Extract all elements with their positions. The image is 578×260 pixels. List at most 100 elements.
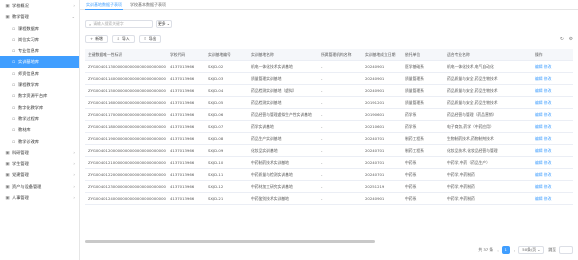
table-cell: 20240901 [362,192,402,206]
table-cell: 4137013966 [167,108,205,122]
row-actions[interactable]: 编辑 修改 [532,72,573,86]
table-cell: 质量管理系 [402,72,444,86]
table-cell: ZYG00401150000000000000000000000 [85,84,167,98]
table-cell: 20240901 [362,84,402,98]
home-icon: ▣ [5,4,10,9]
table-cell: 中药系 [402,192,444,206]
table-cell: 4137013966 [167,60,205,74]
table-cell: 药学系 [402,108,444,122]
page-size-select[interactable]: 50条/页 ⌄ [518,246,545,254]
column-header[interactable]: 实训基地编号 [205,49,248,62]
main-content: 实训基地数据子表项 学校基本数据子表项 ⌕ 请输入搜索关键字 更多 ⌄ + 新增 … [80,0,578,260]
table-tools: ↻ ⚙ [555,37,573,42]
page-size-value: 50条/页 [522,247,537,252]
table-cell: 4137013966 [167,96,205,110]
chevron-icon: › [73,183,75,189]
row-actions[interactable]: 编辑 修改 [532,144,573,158]
sidebar-item-5[interactable]: ▫ 实训基地库 [0,56,79,68]
table-cell: 质量管理系 [402,84,444,98]
chevron-icon: › [73,161,75,167]
sidebar-item-7[interactable]: ▫ 课程教学库 [0,79,79,90]
sidebar-item-13[interactable]: ▣ 科研管理 › [0,147,79,158]
table-cell: 4137013966 [167,192,205,206]
row-actions[interactable]: 编辑 修改 [532,192,573,206]
column-header[interactable]: 依托单位 [402,49,444,62]
sidebar-item-11[interactable]: ▫ 教材库 [0,124,79,135]
row-actions[interactable]: 编辑 修改 [532,156,573,170]
search-bar: ⌕ 请输入搜索关键字 更多 ⌄ [85,20,172,28]
column-header[interactable]: 适合专业名称 [444,49,532,62]
table-cell: 20190601 [362,108,402,122]
sidebar-item-label: 实训基地库 [18,59,39,65]
column-header[interactable]: 操作 [532,49,573,62]
row-actions[interactable]: 编辑 修改 [532,120,573,134]
sidebar-item-3[interactable]: ▫ 岗位实习库 [0,34,79,45]
flask-icon: ▣ [5,150,10,156]
table-cell: ZYG00401220000000000000000000000 [85,168,167,182]
row-actions[interactable]: 编辑 修改 [532,108,573,122]
prev-page-icon[interactable]: ‹ [497,248,499,253]
row-actions[interactable]: 编辑 修改 [532,168,573,182]
column-header[interactable]: 所属管理机构名称 [318,49,362,62]
refresh-icon[interactable]: ↻ [560,37,564,42]
more-button[interactable]: 更多 ⌄ [156,20,172,28]
row-actions[interactable]: 编辑 修改 [532,96,573,110]
table-cell: 药品生产实训基地 [248,132,318,146]
tab-bar: 实训基地数据子表项 学校基本数据子表项 [80,0,578,10]
table-cell: 药品质量与安全,药品生物技术 [444,96,532,110]
table-cell: 化妆品实训基地 [248,144,318,158]
table-cell: SXJD-12 [205,180,248,194]
sidebar-item-16[interactable]: ▣ 资产与设备管理 › [0,181,79,192]
column-header[interactable]: 实训基地名称 [248,49,318,62]
column-header[interactable]: 实训基地成立日期 [362,49,402,62]
sidebar-item-12[interactable]: ▫ 教学诊改库 [0,136,79,147]
sidebar-item-14[interactable]: ▣ 学生管理 › [0,158,79,169]
sidebar-item-0[interactable]: ▣ 学校概况 › [0,0,79,11]
add-button[interactable]: + 新增 [85,35,108,43]
sidebar-item-4[interactable]: ▫ 专业信息库 [0,45,79,56]
table-cell: 机电一体化技术,电气自动化 [444,60,532,74]
table-cell: 药学系 [402,120,444,134]
table-cell: - [318,132,362,146]
sidebar-item-10[interactable]: ▫ 教学过程库 [0,113,79,124]
row-actions[interactable]: 编辑 修改 [532,180,573,194]
table-cell: 4137013966 [167,132,205,146]
data-table: 主键数据唯一性标识 学校代码 实训基地编号 实训基地名称 所属管理机构名称 实训基地成立日… [85,49,573,235]
column-header[interactable]: 主键数据唯一性标识 [85,49,167,62]
tab-training-base[interactable]: 实训基地数据子表项 [82,0,126,10]
sidebar-item-label: 师资信息库 [18,70,39,76]
doc-icon: ▫ [12,71,15,77]
table-cell: - [318,156,362,170]
row-actions[interactable]: 编辑 修改 [532,84,573,98]
current-page[interactable]: 1 [501,246,510,254]
table-cell: ZYG00401160000000000000000000000 [85,96,167,110]
settings-icon[interactable]: ⚙ [569,37,573,42]
search-input[interactable]: ⌕ 请输入搜索关键字 [85,20,153,28]
import-button[interactable]: ⇩ 导入 [111,35,135,43]
goto-page-input[interactable] [559,246,573,254]
tab-school-basic[interactable]: 学校基本数据子表项 [126,0,170,10]
column-header[interactable]: 学校代码 [167,49,205,62]
row-actions[interactable]: 编辑 修改 [532,132,573,146]
table-cell: - [318,60,362,74]
export-button[interactable]: ⇧ 导出 [138,35,162,43]
sidebar-item-1[interactable]: ▣ 教学管理 ⌄ [0,11,79,22]
sidebar-item-2[interactable]: ▫ 课程数据库 [0,23,79,34]
table-cell: SXJD-02 [205,60,248,74]
table-cell: 质量管理实训基地 [248,72,318,86]
table-cell: ZYG00401230000000000000000000000 [85,180,167,194]
table-cell: 质量管理系 [402,96,444,110]
next-page-icon[interactable]: › [514,248,516,253]
row-actions[interactable]: 编辑 修改 [532,60,573,74]
sidebar-item-9[interactable]: ▫ 数字化教学库 [0,102,79,113]
sidebar-item-6[interactable]: ▫ 师资信息库 [0,68,79,79]
sidebar-item-15[interactable]: ▣ 党建管理 › [0,169,79,180]
sidebar-item-8[interactable]: ▫ 数字资源平台库 [0,90,79,101]
sidebar-item-17[interactable]: ▣ 人事管理 › [0,192,79,203]
table-cell: 医学基础系 [402,60,444,74]
horizontal-scrollbar[interactable] [85,240,375,243]
table-cell: 药品质量与安全,药品生物技术 [444,84,532,98]
table-cell: 药品经营与管理虚拟生产性实训基地 [248,108,318,122]
doc-icon: ▫ [12,83,15,89]
export-label: 导出 [148,36,157,41]
